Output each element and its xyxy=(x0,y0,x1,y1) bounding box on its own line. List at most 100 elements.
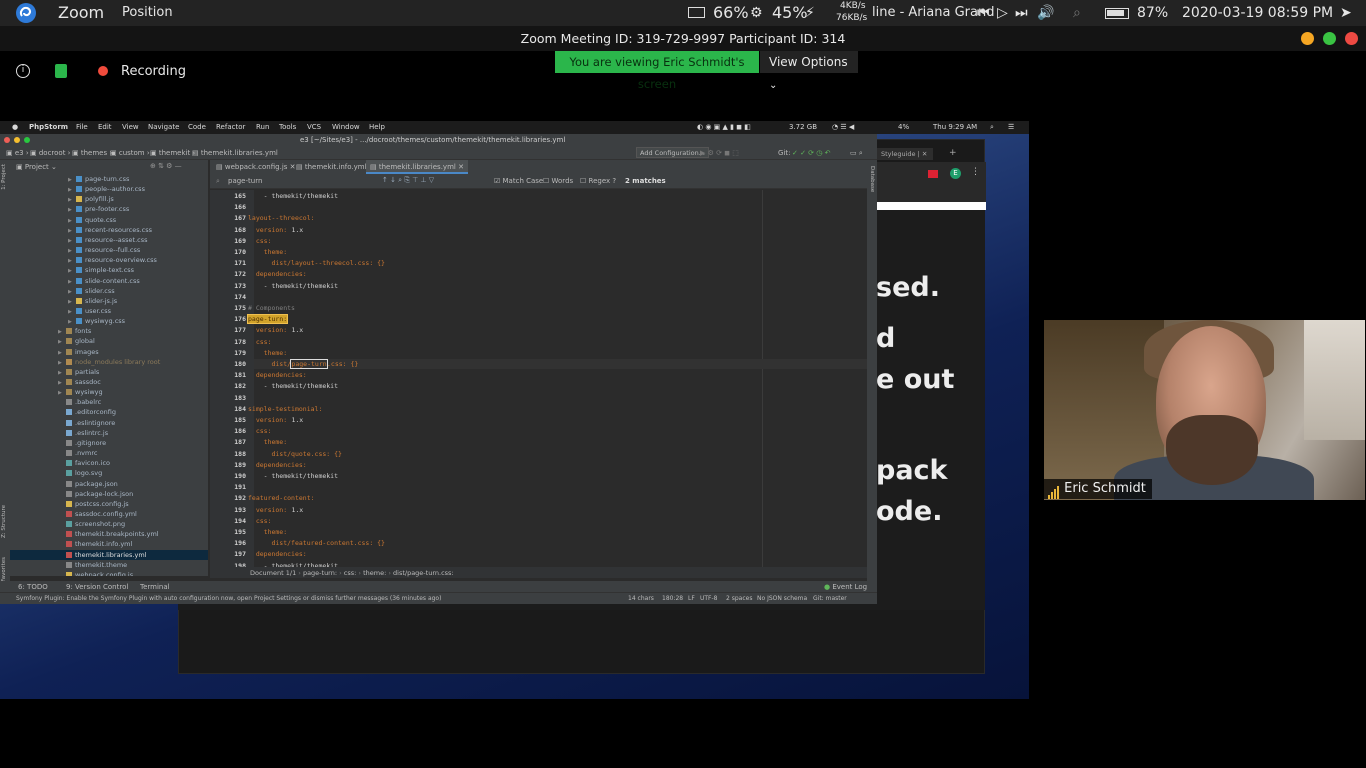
tree-item[interactable]: ▶ resource-overview.css xyxy=(10,255,208,265)
tree-item[interactable]: .eslintrc.js xyxy=(10,428,208,438)
tree-item[interactable]: ▶ user.css xyxy=(10,306,208,316)
lock-icon[interactable] xyxy=(55,64,67,78)
search-icon[interactable]: ⌕ xyxy=(1073,0,1081,26)
crumb-e3[interactable]: ▣ e3 › xyxy=(6,149,29,157)
participant-video[interactable] xyxy=(1044,320,1365,500)
tab-themekit-libraries[interactable]: ▤ themekit.libraries.yml ✕ xyxy=(366,160,468,174)
ide-close-button[interactable] xyxy=(4,137,10,143)
minimize-button[interactable] xyxy=(1301,32,1314,45)
status-indent[interactable]: 2 spaces xyxy=(726,595,752,602)
tree-item[interactable]: themekit.theme xyxy=(10,560,208,570)
tree-item[interactable]: package.json xyxy=(10,479,208,489)
layout-icon[interactable]: ▭ ⌕ xyxy=(850,149,863,158)
maximize-button[interactable] xyxy=(1323,32,1336,45)
tree-item[interactable]: ▶ quote.css xyxy=(10,215,208,225)
tree-item[interactable]: favicon.ico xyxy=(10,458,208,468)
tree-item[interactable]: ▶ wysiwyg.css xyxy=(10,316,208,326)
code-breadcrumb-item[interactable]: page-turn: xyxy=(303,569,337,577)
notification-icon[interactable]: ☰ xyxy=(1008,121,1014,134)
mac-menu-edit[interactable]: Edit xyxy=(98,121,112,134)
view-options-button[interactable]: View Options ⌄ xyxy=(760,51,858,91)
tree-item[interactable]: package-lock.json xyxy=(10,489,208,499)
words-checkbox[interactable]: ☐ Words xyxy=(543,177,573,185)
tree-item[interactable]: ▶ slide-content.css xyxy=(10,276,208,286)
ide-minimize-button[interactable] xyxy=(14,137,20,143)
position-menu[interactable]: Position xyxy=(122,0,173,26)
regex-checkbox[interactable]: ☐ Regex ? xyxy=(580,177,616,185)
info-icon[interactable]: i xyxy=(16,64,30,78)
tool-todo[interactable]: 6: TODO xyxy=(18,583,48,591)
spotlight-icon[interactable]: ⌕ xyxy=(990,121,994,134)
tree-item[interactable]: .editorconfig xyxy=(10,407,208,417)
volume-icon[interactable]: 🔊 xyxy=(1037,0,1054,26)
mac-menu-file[interactable]: File xyxy=(76,121,88,134)
code-breadcrumb-item[interactable]: dist/page-turn.css: xyxy=(393,569,454,577)
status-position[interactable]: 180:28 xyxy=(662,595,683,602)
status-message[interactable]: Symfony Plugin: Enable the Symfony Plugi… xyxy=(16,595,441,602)
tree-item[interactable]: ▶ page-turn.css xyxy=(10,174,208,184)
datetime[interactable]: 2020-03-19 08:59 PM xyxy=(1182,0,1333,26)
find-nav-icons[interactable]: ↑ ↓ ⌕ ⎘ ⊤ ⊥ ▽ xyxy=(382,176,434,185)
match-case-checkbox[interactable]: ☑ Match Case xyxy=(494,177,543,185)
close-button[interactable] xyxy=(1345,32,1358,45)
tab-webpack-config[interactable]: ▤ webpack.config.js ✕ xyxy=(216,163,296,171)
tree-item[interactable]: postcss.config.js xyxy=(10,499,208,509)
tree-item[interactable]: ▶ global xyxy=(10,336,208,346)
mac-menu-vcs[interactable]: VCS xyxy=(307,121,321,134)
tool-project[interactable]: 1: Project xyxy=(1,164,7,190)
crumb-custom[interactable]: ▣ custom › xyxy=(110,149,150,157)
app-name[interactable]: Zoom xyxy=(58,0,104,26)
tree-item[interactable]: ▶ node_modules library root xyxy=(10,357,208,367)
os-logo-icon[interactable] xyxy=(16,3,36,23)
tree-item[interactable]: ▶ wysiwyg xyxy=(10,387,208,397)
crumb-docroot[interactable]: ▣ docroot › xyxy=(30,149,70,157)
mac-menu-code[interactable]: Code xyxy=(188,121,206,134)
browser-menu-icon[interactable]: ⋮ xyxy=(971,167,980,177)
send-icon[interactable]: ➤ xyxy=(1340,0,1352,26)
git-icons[interactable]: ✓ ✓ ⟳ ◷ ↶ xyxy=(792,149,830,157)
apple-icon[interactable]: ● xyxy=(12,121,18,134)
mac-menu-run[interactable]: Run xyxy=(256,121,269,134)
tree-item[interactable]: webpack.config.js xyxy=(10,570,208,576)
crumb-themekit[interactable]: ▣ themekit › xyxy=(150,149,195,157)
project-panel-icons[interactable]: ⊕ ⇅ ⚙ — xyxy=(150,162,182,170)
tree-item[interactable]: ▶ polyfill.js xyxy=(10,194,208,204)
tree-item[interactable]: screenshot.png xyxy=(10,519,208,529)
crumb-themes[interactable]: ▣ themes › xyxy=(72,149,112,157)
code-breadcrumb[interactable]: Document 1/1 › page-turn: › css: › theme… xyxy=(250,569,454,577)
add-configuration-button[interactable]: Add Configuration... xyxy=(636,147,709,158)
tree-item[interactable]: ▶ partials xyxy=(10,367,208,377)
next-track-icon[interactable]: ⏭ xyxy=(1015,0,1028,26)
crumb-file[interactable]: ▤ themekit.libraries.yml xyxy=(192,149,278,157)
mac-menu-refactor[interactable]: Refactor xyxy=(216,121,245,134)
tree-item[interactable]: ▶ slider-js.js xyxy=(10,296,208,306)
browser-tab[interactable]: Styleguide | ✕ xyxy=(877,148,933,160)
play-icon[interactable]: ▷ xyxy=(997,0,1008,26)
profile-avatar[interactable]: E xyxy=(950,168,961,179)
find-input[interactable]: page-turn xyxy=(228,177,262,185)
code-breadcrumb-item[interactable]: Document 1/1 xyxy=(250,569,296,577)
tree-item[interactable]: ▶ images xyxy=(10,347,208,357)
tree-item[interactable]: ▶ pre-footer.css xyxy=(10,204,208,214)
new-tab-icon[interactable]: + xyxy=(949,148,957,158)
status-encoding[interactable]: UTF-8 xyxy=(700,595,718,602)
tree-item[interactable]: ▶ slider.css xyxy=(10,286,208,296)
event-log-button[interactable]: ● Event Log xyxy=(824,583,867,591)
recording-label[interactable]: Recording xyxy=(121,64,186,79)
tree-item[interactable]: ▶ simple-text.css xyxy=(10,265,208,275)
tree-item[interactable]: ▶ resource--full.css xyxy=(10,245,208,255)
mac-menu-view[interactable]: View xyxy=(122,121,139,134)
tree-item[interactable]: themekit.libraries.yml xyxy=(10,549,208,560)
tab-themekit-info[interactable]: ▤ themekit.info.yml ✕ xyxy=(296,163,375,171)
extension-icon[interactable] xyxy=(928,170,938,178)
tool-database[interactable]: Database xyxy=(869,166,875,192)
status-line-sep[interactable]: LF xyxy=(688,595,695,602)
tree-item[interactable]: themekit.breakpoints.yml xyxy=(10,529,208,539)
tool-terminal[interactable]: Terminal xyxy=(140,583,170,591)
status-git-branch[interactable]: Git: master xyxy=(813,595,847,602)
code-breadcrumb-item[interactable]: theme: xyxy=(363,569,386,577)
mac-app-name[interactable]: PhpStorm xyxy=(29,121,68,134)
tree-item[interactable]: ▶ fonts xyxy=(10,326,208,336)
tool-version-control[interactable]: 9: Version Control xyxy=(66,583,128,591)
tree-item[interactable]: .eslintignore xyxy=(10,418,208,428)
